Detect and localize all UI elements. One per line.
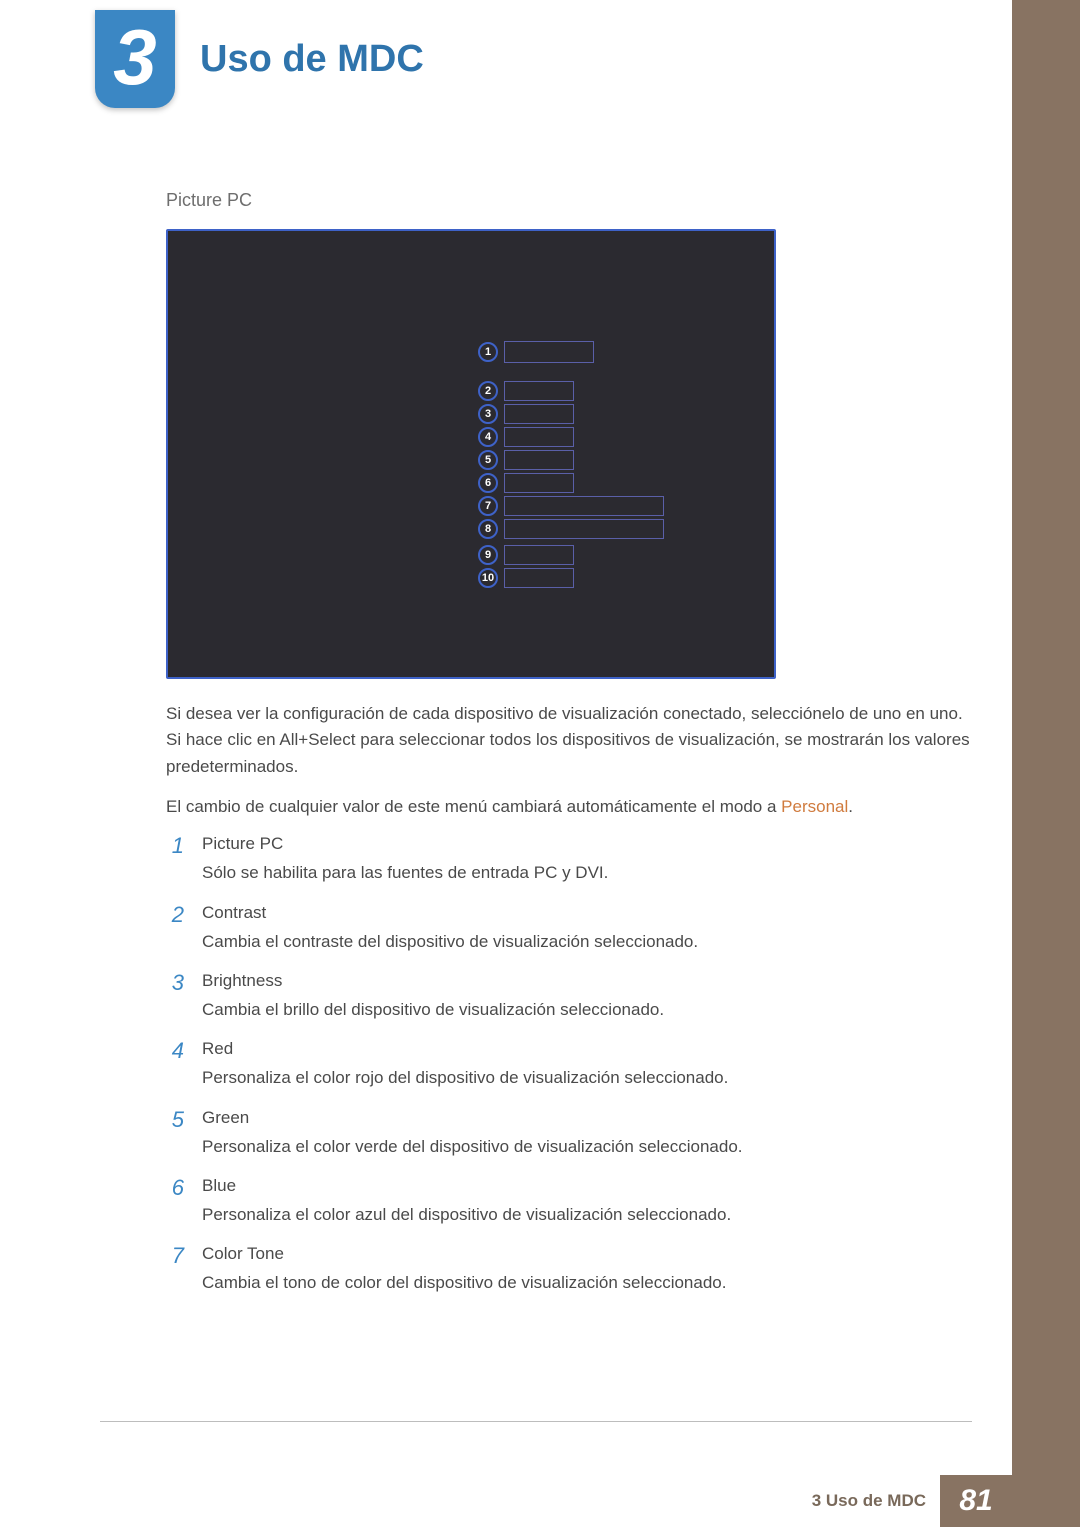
list-item: 1 Picture PC Sólo se habilita para las f…: [166, 834, 976, 886]
callout-row: 2: [478, 381, 664, 401]
slider-field: [504, 381, 574, 401]
callout-badge-5: 5: [478, 450, 498, 470]
text: .: [848, 797, 853, 816]
item-desc: Personaliza el color azul del dispositiv…: [202, 1202, 976, 1228]
chapter-title: Uso de MDC: [200, 38, 424, 81]
slider-field: [504, 450, 574, 470]
accent-text: Personal: [781, 797, 848, 816]
callout-row: 1: [478, 341, 664, 363]
list-item: 3 Brightness Cambia el brillo del dispos…: [166, 971, 976, 1023]
slider-field: [504, 568, 574, 588]
list-index: 1: [166, 834, 184, 886]
item-desc: Cambia el tono de color del dispositivo …: [202, 1270, 976, 1296]
dropdown-field: [504, 341, 594, 363]
slider-field: [504, 519, 664, 539]
callout-badge-4: 4: [478, 427, 498, 447]
item-title: Red: [202, 1039, 976, 1059]
item-desc: Cambia el contraste del dispositivo de v…: [202, 929, 976, 955]
chapter-number: 3: [113, 18, 156, 96]
callout-badge-9: 9: [478, 545, 498, 565]
list-index: 6: [166, 1176, 184, 1228]
list-index: 2: [166, 903, 184, 955]
list-index: 3: [166, 971, 184, 1023]
list-item: 4 Red Personaliza el color rojo del disp…: [166, 1039, 976, 1091]
item-title: Picture PC: [202, 834, 976, 854]
item-desc: Personaliza el color rojo del dispositiv…: [202, 1065, 976, 1091]
callout-badge-7: 7: [478, 496, 498, 516]
list-item: 2 Contrast Cambia el contraste del dispo…: [166, 903, 976, 955]
paragraph: El cambio de cualquier valor de este men…: [166, 794, 976, 820]
slider-field: [504, 545, 574, 565]
list-index: 4: [166, 1039, 184, 1091]
item-desc: Sólo se habilita para las fuentes de ent…: [202, 860, 976, 886]
footer-page-number: 81: [940, 1475, 1012, 1527]
list-item: 7 Color Tone Cambia el tono de color del…: [166, 1244, 976, 1296]
right-margin-bar: [1012, 0, 1080, 1527]
callout-badge-8: 8: [478, 519, 498, 539]
slider-field: [504, 473, 574, 493]
callout-row: 4: [478, 427, 664, 447]
item-title: Color Tone: [202, 1244, 976, 1264]
callout-row: 7: [478, 496, 664, 516]
callout-badge-6: 6: [478, 473, 498, 493]
paragraph: Si desea ver la configuración de cada di…: [166, 701, 976, 780]
list-item: 5 Green Personaliza el color verde del d…: [166, 1108, 976, 1160]
item-desc: Cambia el brillo del dispositivo de visu…: [202, 997, 976, 1023]
callout-row: 6: [478, 473, 664, 493]
chapter-tab: 3: [95, 10, 175, 108]
section-label: Picture PC: [166, 190, 976, 211]
list-index: 5: [166, 1108, 184, 1160]
text: El cambio de cualquier valor de este men…: [166, 797, 781, 816]
slider-field: [504, 496, 664, 516]
callout-row: 5: [478, 450, 664, 470]
item-title: Contrast: [202, 903, 976, 923]
callout-badge-3: 3: [478, 404, 498, 424]
callout-row: 10: [478, 568, 664, 588]
callout-row: 8: [478, 519, 664, 539]
footer-rule: [100, 1421, 972, 1422]
callout-row: 9: [478, 545, 664, 565]
callout-row: 3: [478, 404, 664, 424]
item-title: Blue: [202, 1176, 976, 1196]
footer-chapter: 3 Uso de MDC: [812, 1491, 940, 1511]
callout-badge-1: 1: [478, 342, 498, 362]
footer: 3 Uso de MDC 81: [667, 1475, 1012, 1527]
slider-field: [504, 427, 574, 447]
list-item: 6 Blue Personaliza el color azul del dis…: [166, 1176, 976, 1228]
screenshot-panel: 1 2 3 4: [166, 229, 776, 679]
callout-badge-2: 2: [478, 381, 498, 401]
item-title: Green: [202, 1108, 976, 1128]
list-index: 7: [166, 1244, 184, 1296]
slider-field: [504, 404, 574, 424]
item-title: Brightness: [202, 971, 976, 991]
item-desc: Personaliza el color verde del dispositi…: [202, 1134, 976, 1160]
callout-badge-10: 10: [478, 568, 498, 588]
